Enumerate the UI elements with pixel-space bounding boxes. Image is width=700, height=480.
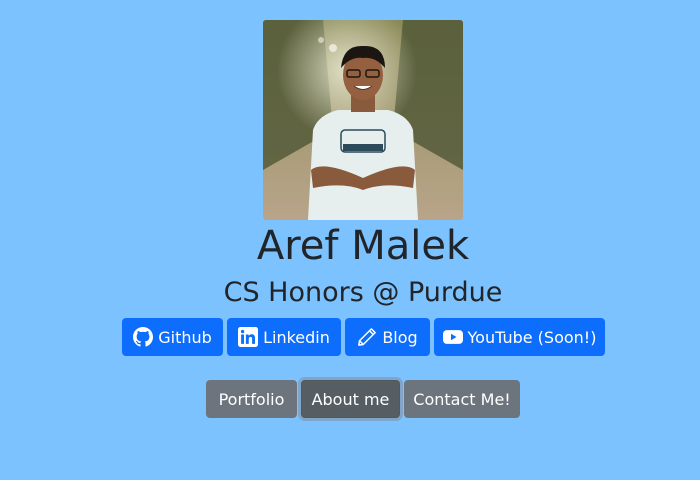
- about-me-button[interactable]: About me: [301, 380, 400, 418]
- profile-photo: [263, 20, 463, 220]
- youtube-button[interactable]: YouTube (Soon!): [434, 318, 605, 356]
- linkedin-label: Linkedin: [263, 327, 330, 347]
- contact-me-button[interactable]: Contact Me!: [404, 380, 520, 418]
- pencil-icon: [357, 327, 377, 347]
- section-nav: Portfolio About me Contact Me!: [206, 380, 520, 418]
- blog-label: Blog: [382, 327, 418, 347]
- linkedin-button[interactable]: Linkedin: [227, 318, 341, 356]
- youtube-label: YouTube (Soon!): [467, 327, 597, 347]
- github-label: Github: [158, 327, 212, 347]
- github-button[interactable]: Github: [122, 318, 223, 356]
- profile-name: Aref Malek: [256, 223, 470, 269]
- linkedin-icon: [238, 327, 259, 347]
- blog-button[interactable]: Blog: [345, 318, 430, 356]
- profile-tagline: CS Honors @ Purdue: [223, 277, 503, 308]
- youtube-icon: [442, 327, 463, 347]
- social-links: Github Linkedin Blog YouTube (Soon!): [122, 318, 605, 356]
- github-icon: [133, 327, 154, 347]
- portfolio-button[interactable]: Portfolio: [206, 380, 297, 418]
